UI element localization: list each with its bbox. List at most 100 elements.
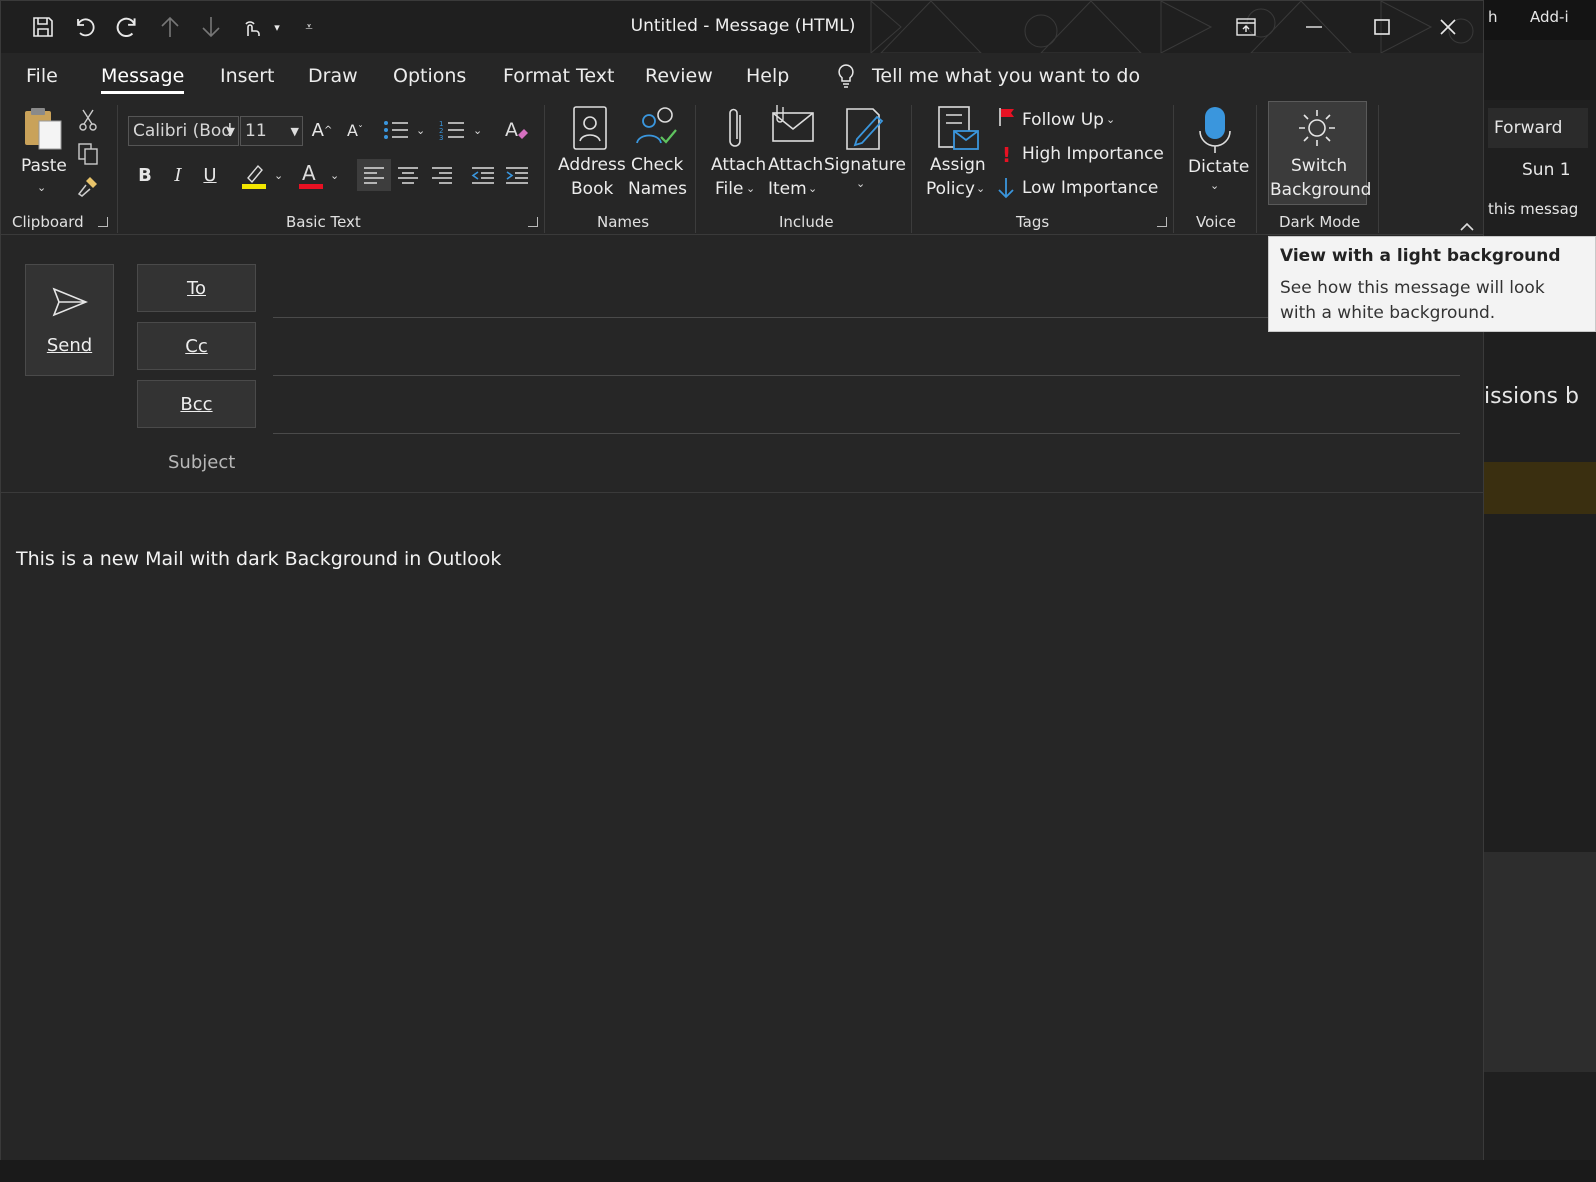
tab-format-text[interactable]: Format Text: [503, 65, 614, 87]
collapse-ribbon-icon[interactable]: [1459, 217, 1475, 236]
clipboard-group-label: Clipboard: [12, 213, 84, 231]
cut-icon[interactable]: [75, 107, 101, 133]
background-tab-fragment[interactable]: h: [1488, 8, 1498, 26]
font-name-value: Calibri (Bod: [133, 121, 233, 141]
send-icon: [52, 287, 88, 317]
paste-chevron-icon[interactable]: ⌄: [37, 181, 46, 194]
font-color-chevron-icon[interactable]: ⌄: [330, 169, 339, 182]
attach-item-button[interactable]: [769, 103, 817, 147]
tab-options[interactable]: Options: [393, 65, 466, 87]
address-book-label-1: Address: [558, 155, 626, 175]
low-importance-button[interactable]: Low Importance: [1022, 176, 1158, 200]
font-name-dropdown[interactable]: Calibri (Bod ▼: [128, 116, 239, 146]
tab-review[interactable]: Review: [645, 65, 713, 87]
attach-item-icon: [772, 105, 814, 142]
follow-up-chevron-icon[interactable]: ⌄: [1106, 113, 1115, 126]
attach-item-chevron-icon[interactable]: ⌄: [808, 182, 817, 195]
copy-icon[interactable]: [75, 141, 101, 167]
tab-insert[interactable]: Insert: [220, 65, 275, 87]
highlight-icon[interactable]: [239, 159, 269, 191]
numbering-icon[interactable]: 123: [437, 116, 467, 144]
font-size-dropdown[interactable]: 11 ▼: [240, 116, 303, 146]
attach-file-button[interactable]: [723, 105, 749, 157]
background-outlook-window: h Add-i Forward Sun 1 this messag ission…: [1484, 0, 1596, 1182]
underline-icon[interactable]: U: [198, 161, 222, 189]
sun-icon: [1299, 110, 1335, 146]
assign-policy-chevron-icon[interactable]: ⌄: [976, 182, 985, 195]
check-names-icon: [636, 107, 677, 144]
align-left-icon[interactable]: [357, 159, 391, 191]
font-name-chevron-icon: ▼: [226, 125, 235, 138]
clear-formatting-icon[interactable]: A: [502, 115, 532, 145]
group-separator: [695, 105, 696, 233]
dictate-button[interactable]: [1198, 105, 1232, 159]
close-icon[interactable]: [1423, 7, 1473, 47]
italic-icon[interactable]: I: [166, 161, 190, 189]
group-separator: [1378, 105, 1379, 233]
svg-text:3: 3: [439, 134, 443, 141]
cc-button[interactable]: Cc: [137, 322, 256, 370]
ribbon-display-icon[interactable]: [1221, 7, 1271, 47]
tags-launcher-icon[interactable]: [1157, 217, 1167, 227]
background-heading: issions b: [1484, 384, 1579, 409]
format-painter-icon[interactable]: [75, 173, 101, 199]
signature-chevron-icon[interactable]: ⌄: [856, 177, 865, 190]
message-window: ▾ ⩡ Untitled - Message (HTML) File Messa…: [0, 0, 1484, 1161]
decrease-indent-icon[interactable]: [468, 159, 498, 191]
signature-label: Signature: [824, 155, 907, 175]
follow-up-flag-icon[interactable]: [998, 107, 1016, 131]
bold-icon[interactable]: B: [133, 161, 157, 189]
switch-background-button[interactable]: Switch Background: [1268, 101, 1371, 205]
maximize-icon[interactable]: [1357, 7, 1407, 47]
lightbulb-icon[interactable]: [835, 63, 857, 93]
basic-text-launcher-icon[interactable]: [528, 217, 538, 227]
font-color-icon[interactable]: A: [297, 159, 325, 191]
background-tab-add-ins[interactable]: Add-i: [1530, 8, 1569, 26]
ribbon: Paste ⌄ Clipboard Calibri (Bod ▼ 11 ▼ A ^…: [1, 99, 1483, 236]
switch-background-tooltip: View with a light background See how thi…: [1268, 236, 1596, 332]
check-names-label-1: Check: [631, 155, 684, 175]
send-label: Send: [46, 335, 93, 356]
clipboard-launcher-icon[interactable]: [98, 217, 108, 227]
tooltip-body: See how this message will look with a wh…: [1280, 278, 1545, 323]
dictate-chevron-icon[interactable]: ⌄: [1210, 179, 1219, 192]
bcc-field[interactable]: [273, 433, 1460, 434]
increase-indent-icon[interactable]: [502, 159, 532, 191]
tab-help[interactable]: Help: [746, 65, 789, 87]
shrink-font-icon[interactable]: Aˇ: [342, 117, 368, 143]
names-group-label: Names: [597, 213, 650, 231]
follow-up-label[interactable]: Follow Up: [1022, 108, 1104, 132]
to-button[interactable]: To: [137, 264, 256, 312]
tab-file[interactable]: File: [26, 65, 58, 87]
tags-group-label: Tags: [1016, 213, 1050, 231]
address-book-label-2: Book: [571, 179, 614, 199]
attach-file-chevron-icon[interactable]: ⌄: [746, 182, 755, 195]
switch-background-label-1: Switch: [1291, 156, 1348, 176]
paste-button[interactable]: [19, 105, 67, 157]
tell-me-search[interactable]: Tell me what you want to do: [872, 65, 1140, 87]
send-button[interactable]: Send: [25, 264, 114, 376]
subject-field[interactable]: [273, 445, 1460, 485]
bcc-button[interactable]: Bcc: [137, 380, 256, 428]
assign-policy-button[interactable]: [936, 105, 982, 157]
check-names-button[interactable]: [633, 103, 681, 155]
address-book-button[interactable]: [571, 105, 609, 155]
minimize-icon[interactable]: [1289, 7, 1339, 47]
grow-font-icon[interactable]: A ^: [309, 117, 335, 143]
high-importance-button[interactable]: High Importance: [1022, 142, 1164, 166]
cc-field[interactable]: [273, 375, 1460, 376]
align-right-icon[interactable]: [427, 159, 457, 191]
align-center-icon[interactable]: [393, 159, 423, 191]
numbering-chevron-icon[interactable]: ⌄: [473, 124, 482, 137]
tab-message[interactable]: Message: [101, 65, 185, 94]
message-body[interactable]: This is a new Mail with dark Background …: [1, 493, 1483, 1160]
desktop-edge: [0, 1160, 1596, 1182]
signature-button[interactable]: [843, 105, 887, 155]
bullets-icon[interactable]: [381, 116, 411, 144]
background-forward-button[interactable]: Forward: [1488, 108, 1588, 148]
bullets-chevron-icon[interactable]: ⌄: [416, 124, 425, 137]
basic-text-group-label: Basic Text: [286, 213, 361, 231]
highlight-chevron-icon[interactable]: ⌄: [274, 169, 283, 182]
tab-draw[interactable]: Draw: [308, 65, 358, 87]
group-separator: [1173, 105, 1174, 233]
